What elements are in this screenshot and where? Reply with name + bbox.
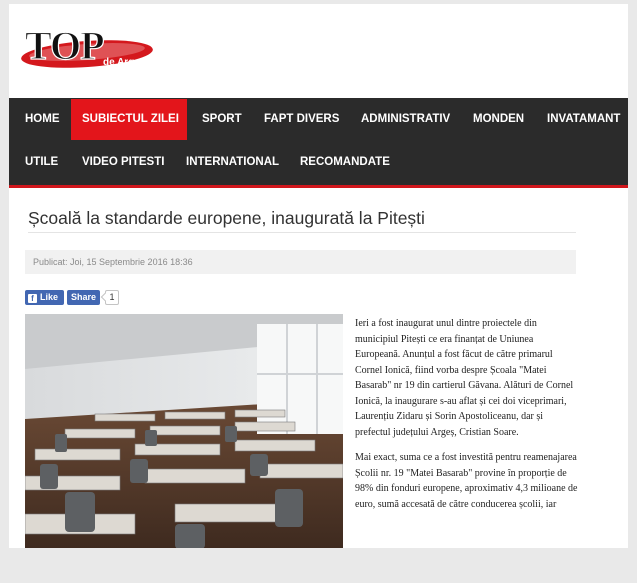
nav-invatamant[interactable]: INVATAMANT xyxy=(537,99,628,140)
facebook-like-button[interactable]: f Like xyxy=(25,290,64,305)
facebook-share-button[interactable]: Share xyxy=(67,290,100,305)
like-label: Like xyxy=(40,292,59,302)
nav-fapt-divers[interactable]: FAPT DIVERS xyxy=(254,99,344,140)
logo-main-text: TOP xyxy=(25,23,104,68)
facebook-icon: f xyxy=(28,294,37,303)
nav-sport[interactable]: SPORT xyxy=(193,99,243,140)
share-count-badge: 1 xyxy=(105,290,119,305)
nav-utile[interactable]: UTILE xyxy=(17,142,65,183)
article-paragraph: Mai exact, suma ce a fost investită pent… xyxy=(355,452,578,510)
nav-administrativ[interactable]: ADMINISTRATIV xyxy=(350,99,454,140)
article-paragraph: Ieri a fost inaugurat unul dintre proiec… xyxy=(355,318,574,438)
article-title: Școală la standarde europene, inaugurată… xyxy=(28,208,425,228)
nav-home[interactable]: HOME xyxy=(17,99,61,140)
nav-video-pitesti[interactable]: VIDEO PITESTI xyxy=(71,142,169,183)
site-logo[interactable]: TOP de Argeș xyxy=(17,21,165,73)
nav-monden[interactable]: MONDEN xyxy=(463,99,533,140)
nav-recomandate[interactable]: RECOMANDATE xyxy=(291,142,391,183)
title-divider xyxy=(28,232,576,233)
main-navigation: HOME SUBIECTUL ZILEI SPORT FAPT DIVERS A… xyxy=(9,98,628,188)
logo-sub-text: de Argeș xyxy=(103,57,146,68)
article-body: Ieri a fost inaugurat unul dintre proiec… xyxy=(355,316,580,522)
classroom-photo xyxy=(25,314,343,548)
nav-international[interactable]: INTERNATIONAL xyxy=(177,142,281,183)
nav-subiectul-zilei[interactable]: SUBIECTUL ZILEI xyxy=(71,99,187,140)
publish-date: Publicat: Joi, 15 Septembrie 2016 18:36 xyxy=(25,250,576,274)
page: TOP de Argeș HOME SUBIECTUL ZILEI SPORT … xyxy=(9,4,628,548)
